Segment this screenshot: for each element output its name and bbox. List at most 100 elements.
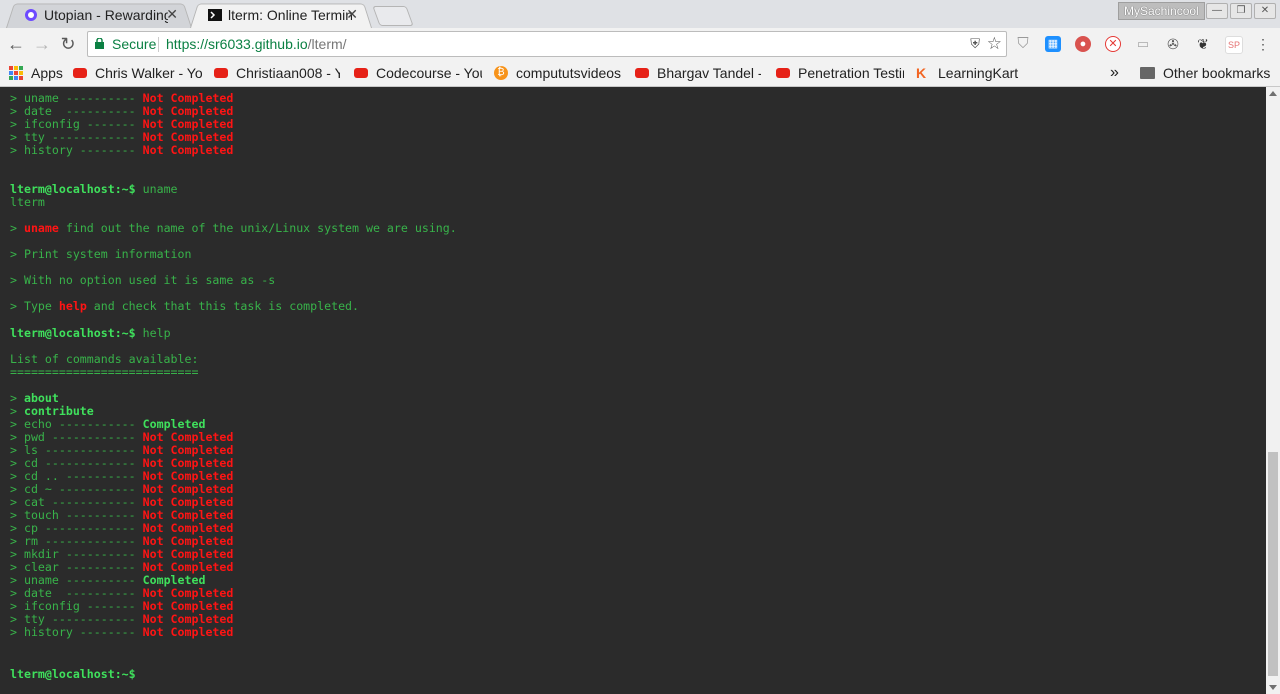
bookmark-bhargav-tandel[interactable]: Bhargav Tandel - YouTube: [635, 64, 761, 82]
divider: [158, 37, 159, 52]
scroll-down-icon[interactable]: [1269, 685, 1277, 690]
status-value: Not Completed: [142, 612, 234, 626]
url-text[interactable]: https://sr6033.github.io/lterm/: [166, 36, 347, 52]
status-value: Not Completed: [142, 130, 234, 144]
bookmark-label: Penetration Testing: [798, 65, 904, 81]
status-command: > tty ------------: [10, 130, 136, 144]
bookmark-label: LearningKart: [938, 65, 1019, 81]
gnome-icon[interactable]: ❦: [1195, 36, 1211, 52]
menu-icon[interactable]: ⋮: [1255, 36, 1271, 52]
terminal-output[interactable]: > uname ---------- Not Completed > date …: [0, 87, 1266, 694]
tab-utopian[interactable]: Utopian - Rewarding Open Source Contribu…: [6, 1, 192, 28]
info-keyword: help: [58, 299, 87, 313]
prompt-line[interactable]: lterm@localhost:~$: [10, 667, 136, 681]
terminal-favicon-icon: [208, 8, 222, 21]
bookmark-christiaan008[interactable]: Christiaan008 - YouTube: [214, 64, 340, 82]
profile-button[interactable]: MySachincool: [1118, 2, 1205, 20]
status-line: > history -------- Not Completed: [10, 625, 233, 639]
scroll-up-icon[interactable]: [1269, 91, 1277, 96]
window-small-icon[interactable]: ▭: [1135, 36, 1151, 52]
bookmark-apps[interactable]: Apps: [9, 64, 69, 82]
bookmark-label: Chris Walker - YouTube: [95, 65, 202, 81]
info-line: > Print system information: [10, 247, 192, 261]
tab-close-icon[interactable]: ✕: [346, 6, 358, 23]
bookmark-penetration-testing[interactable]: Penetration Testing: [776, 64, 904, 82]
status-line: > ls ------------- Not Completed: [10, 443, 233, 457]
window-extension-icon[interactable]: ▦: [1045, 36, 1061, 52]
status-command: > uname ----------: [10, 573, 136, 587]
bookmark-codecourse[interactable]: Codecourse - YouTube: [354, 64, 482, 82]
status-value: Not Completed: [142, 586, 234, 600]
status-line: > cp ------------- Not Completed: [10, 521, 233, 535]
bookmark-chris-walker[interactable]: Chris Walker - YouTube: [73, 64, 202, 82]
status-value: Completed: [142, 573, 206, 587]
info-line: > Type help and check that this task is …: [10, 299, 359, 313]
film-reel-icon[interactable]: ✇: [1165, 36, 1181, 52]
site-shield-icon[interactable]: ⛨: [970, 36, 980, 52]
info-text: > Type: [10, 299, 59, 313]
address-bar[interactable]: Secure https://sr6033.github.io/lterm/ ⛨…: [87, 31, 1007, 57]
prompt: lterm@localhost:~$: [10, 182, 136, 196]
scrollbar-thumb[interactable]: [1268, 452, 1278, 676]
youtube-icon: [73, 68, 87, 78]
status-line: > tty ------------ Not Completed: [10, 130, 233, 144]
status-command: > ifconfig -------: [10, 117, 136, 131]
status-line: > echo ----------- Completed: [10, 417, 205, 431]
url-path: /lterm/: [307, 36, 347, 52]
status-command: > date ----------: [10, 104, 136, 118]
tab-lterm[interactable]: lterm: Online Terminal ✕: [190, 1, 372, 28]
tab-close-icon[interactable]: ✕: [166, 6, 178, 23]
command-output: lterm: [10, 195, 45, 209]
bookmark-label: Apps: [31, 65, 63, 81]
reload-icon[interactable]: ↻: [58, 34, 78, 54]
prompt: lterm@localhost:~$: [10, 667, 136, 681]
shield-extension-icon[interactable]: ⛉: [1015, 36, 1031, 52]
status-line: > touch ---------- Not Completed: [10, 508, 233, 522]
block-extension-icon[interactable]: ✕: [1105, 36, 1121, 52]
bookmark-other[interactable]: Other bookmarks: [1140, 64, 1270, 82]
status-value: Not Completed: [142, 104, 234, 118]
bookmarks-overflow-icon[interactable]: »: [1110, 64, 1124, 82]
status-line: > cd ~ ----------- Not Completed: [10, 482, 233, 496]
youtube-icon: [776, 68, 790, 78]
prompt-line: lterm@localhost:~$ uname: [10, 182, 178, 196]
list-item: > contribute: [10, 404, 94, 418]
bookmark-label: Christiaan008 - YouTube: [236, 65, 340, 81]
status-line: > date ---------- Not Completed: [10, 104, 233, 118]
bookmark-label: Codecourse - YouTube: [376, 65, 482, 81]
bookmark-star-icon[interactable]: ☆: [987, 34, 1002, 54]
bookmark-compututsvideos[interactable]: ₿ compututsvideos: [494, 64, 622, 82]
list-keyword: contribute: [23, 404, 94, 418]
list-title: List of commands available:: [10, 352, 199, 366]
back-icon[interactable]: ←: [6, 34, 26, 54]
status-command: > touch ----------: [10, 508, 136, 522]
forward-icon[interactable]: →: [32, 34, 52, 54]
list-keyword: about: [23, 391, 59, 405]
sp-extension-icon[interactable]: SP: [1225, 36, 1243, 54]
list-item: > about: [10, 391, 59, 405]
status-line: > cd ------------- Not Completed: [10, 456, 233, 470]
toolbar: ← → ↻ Secure https://sr6033.github.io/lt…: [0, 28, 1280, 60]
maximize-icon[interactable]: ❐: [1230, 3, 1252, 19]
status-line: > mkdir ---------- Not Completed: [10, 547, 233, 561]
info-prefix: >: [10, 221, 24, 235]
minimize-icon[interactable]: —: [1206, 3, 1228, 19]
list-prefix: >: [10, 404, 24, 418]
status-value: Not Completed: [142, 482, 234, 496]
apps-grid-icon: [9, 66, 23, 80]
close-window-icon[interactable]: ✕: [1254, 3, 1276, 19]
bookmark-label: compututsvideos: [516, 65, 622, 81]
youtube-icon: [354, 68, 368, 78]
status-line: > cd .. ---------- Not Completed: [10, 469, 233, 483]
status-line: > uname ---------- Completed: [10, 573, 205, 587]
list-rule: ===========================: [10, 365, 199, 379]
status-value: Not Completed: [142, 430, 234, 444]
new-tab-button[interactable]: [372, 6, 414, 26]
status-command: > ifconfig -------: [10, 599, 136, 613]
bookmark-learningkart[interactable]: K LearningKart: [916, 64, 1026, 82]
command-text: help: [142, 326, 171, 340]
scrollbar[interactable]: [1266, 87, 1280, 694]
bitcoin-icon: ₿: [494, 66, 508, 80]
status-line: > ifconfig ------- Not Completed: [10, 599, 233, 613]
dog-extension-icon[interactable]: ●: [1075, 36, 1091, 52]
